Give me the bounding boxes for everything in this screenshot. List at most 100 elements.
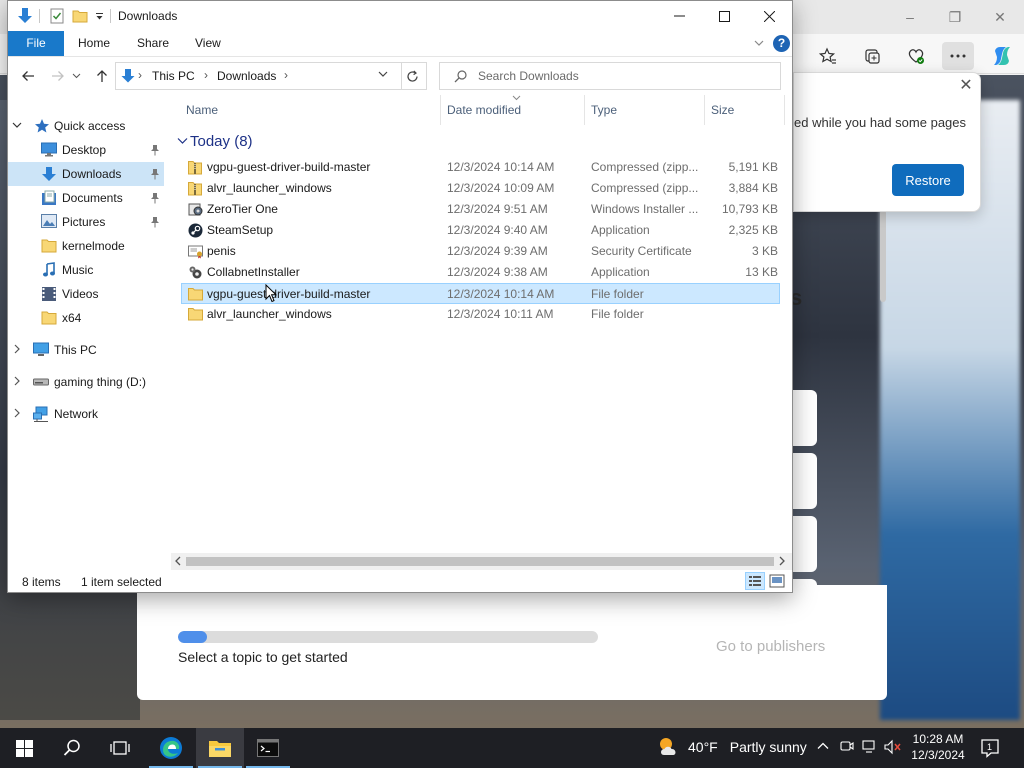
expand-ribbon-chevron-icon[interactable] (753, 37, 767, 51)
favorites-star-icon[interactable] (812, 42, 844, 70)
pin-icon[interactable] (150, 216, 160, 228)
column-divider[interactable] (440, 95, 441, 125)
address-dropdown-chevron-icon[interactable] (378, 71, 388, 78)
column-divider[interactable] (704, 95, 705, 125)
refresh-icon[interactable] (398, 62, 427, 90)
pin-icon[interactable] (150, 168, 160, 180)
horizontal-scrollbar[interactable] (171, 553, 792, 570)
file-explorer-taskbar-icon[interactable] (196, 728, 244, 768)
tab-home[interactable]: Home (64, 31, 124, 56)
edge-taskbar-icon[interactable] (147, 728, 195, 768)
sidebar-item-pictures[interactable]: Pictures (8, 210, 164, 234)
file-row[interactable]: alvr_launcher_windows 12/3/2024 10:09 AM… (182, 178, 781, 199)
edge-card[interactable] (793, 453, 817, 509)
column-header-date[interactable]: Date modified (447, 103, 521, 117)
forward-arrow-icon[interactable] (48, 67, 68, 85)
sidebar-item-x64[interactable]: x64 (8, 306, 164, 330)
recent-locations-chevron-icon[interactable] (70, 67, 82, 85)
help-icon[interactable]: ? (773, 35, 790, 52)
properties-icon[interactable] (49, 7, 65, 25)
customize-toolbar-chevron-icon[interactable] (93, 7, 105, 25)
column-header-name[interactable]: Name (186, 103, 218, 117)
meet-now-icon[interactable] (840, 739, 854, 755)
sidebar-item-this-pc[interactable]: This PC (8, 338, 164, 362)
more-options-icon[interactable] (942, 42, 974, 70)
sidebar-item-gaming-drive[interactable]: gaming thing (D:) (8, 370, 164, 394)
pin-icon[interactable] (150, 144, 160, 156)
browser-essentials-icon[interactable] (900, 42, 932, 70)
start-button[interactable] (0, 728, 48, 768)
edge-card[interactable] (793, 390, 817, 446)
task-view-icon[interactable] (96, 728, 144, 768)
sidebar-item-desktop[interactable]: Desktop (8, 138, 164, 162)
network-icon (33, 406, 49, 422)
edge-card[interactable] (793, 516, 817, 572)
sidebar-item-videos[interactable]: Videos (8, 282, 164, 306)
sidebar-item-kernelmode[interactable]: kernelmode (8, 234, 164, 258)
clock-date[interactable]: 12/3/2024 (908, 748, 968, 762)
notification-center-icon[interactable]: 1 (980, 738, 1000, 758)
music-icon (41, 262, 57, 278)
maximize-button[interactable] (701, 1, 747, 31)
pin-icon[interactable] (150, 192, 160, 204)
topic-progress-bar (178, 631, 598, 643)
edge-restore-button[interactable]: ❐ (941, 6, 969, 28)
sidebar-item-music[interactable]: Music (8, 258, 164, 282)
column-header-size[interactable]: Size (711, 103, 734, 117)
edge-scrollbar[interactable] (880, 210, 886, 302)
search-input[interactable] (478, 67, 768, 85)
file-row[interactable]: ZeroTier One 12/3/2024 9:51 AM Windows I… (182, 199, 781, 220)
address-bar[interactable]: › This PC › Downloads › (115, 62, 402, 90)
up-arrow-icon[interactable] (92, 67, 112, 85)
file-row[interactable]: CollabnetInstaller 12/3/2024 9:38 AM App… (182, 262, 781, 283)
file-type: Compressed (zipp... (591, 181, 699, 195)
column-divider[interactable] (784, 95, 785, 125)
collections-icon[interactable] (856, 42, 888, 70)
search-icon[interactable] (48, 728, 96, 768)
scrollbar-thumb[interactable] (186, 557, 774, 566)
breadcrumb-this-pc[interactable]: This PC (152, 69, 195, 83)
file-row[interactable]: vgpu-guest-driver-build-master 12/3/2024… (182, 157, 781, 178)
copilot-icon[interactable] (986, 42, 1018, 70)
expanded-chevron-icon[interactable] (12, 120, 22, 130)
sidebar-item-network[interactable]: Network (8, 402, 164, 426)
sidebar-item-quick-access[interactable]: Quick access (8, 114, 164, 138)
collapsed-chevron-icon[interactable] (12, 376, 22, 386)
close-icon[interactable]: ✕ (957, 77, 975, 95)
tab-share[interactable]: Share (123, 31, 183, 56)
clock-time[interactable]: 10:28 AM (908, 732, 968, 746)
collapsed-chevron-icon[interactable] (12, 408, 22, 418)
restore-button[interactable]: Restore (892, 164, 964, 196)
file-row[interactable]: penis 12/3/2024 9:39 AM Security Certifi… (182, 241, 781, 262)
scroll-left-arrow-icon[interactable] (174, 556, 182, 566)
column-divider[interactable] (584, 95, 585, 125)
collapse-group-chevron-icon[interactable] (177, 137, 188, 145)
edge-minimize-button[interactable]: – (896, 6, 924, 28)
column-header-type[interactable]: Type (591, 103, 617, 117)
tab-view[interactable]: View (181, 31, 235, 56)
scroll-right-arrow-icon[interactable] (778, 556, 786, 566)
large-icons-view-icon[interactable] (769, 573, 785, 589)
sidebar-item-downloads[interactable]: Downloads (8, 162, 164, 186)
edge-close-button[interactable]: ✕ (986, 6, 1014, 28)
mouse-cursor-icon (265, 284, 277, 303)
breadcrumb-separator: › (138, 68, 142, 82)
search-box[interactable] (439, 62, 781, 90)
volume-muted-icon[interactable] (884, 739, 902, 755)
tab-file[interactable]: File (8, 31, 64, 56)
new-folder-icon[interactable] (71, 7, 89, 25)
weather-widget[interactable]: 40°F Partly sunny (656, 735, 807, 759)
file-row[interactable]: SteamSetup 12/3/2024 9:40 AM Application… (182, 220, 781, 241)
network-tray-icon[interactable] (862, 739, 878, 755)
breadcrumb-downloads[interactable]: Downloads (217, 69, 276, 83)
sidebar-item-documents[interactable]: Documents (8, 186, 164, 210)
details-view-icon[interactable] (745, 572, 765, 590)
collapsed-chevron-icon[interactable] (12, 344, 22, 354)
back-arrow-icon[interactable] (18, 67, 38, 85)
go-to-publishers-link[interactable]: Go to publishers (716, 638, 825, 655)
show-hidden-icons-chevron-icon[interactable] (816, 739, 830, 753)
terminal-taskbar-icon[interactable] (244, 728, 292, 768)
minimize-button[interactable] (656, 1, 702, 31)
file-row[interactable]: alvr_launcher_windows 12/3/2024 10:11 AM… (182, 304, 781, 325)
close-button[interactable] (746, 1, 792, 31)
